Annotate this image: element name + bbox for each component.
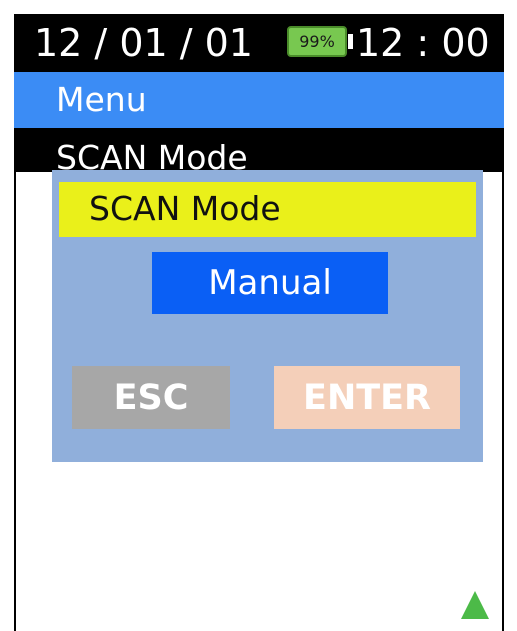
enter-button[interactable]: ENTER xyxy=(274,366,460,429)
status-time: 12 : 00 xyxy=(356,21,490,65)
scan-mode-dialog: SCAN Mode Manual ESC ENTER xyxy=(52,170,483,462)
status-bar: 12 / 01 / 01 99% 12 : 00 xyxy=(14,14,504,72)
battery-tip xyxy=(348,34,353,49)
esc-button[interactable]: ESC xyxy=(72,366,230,429)
dialog-title: SCAN Mode xyxy=(89,189,281,228)
status-date: 12 / 01 / 01 xyxy=(34,21,253,65)
battery-icon: 99% xyxy=(287,26,347,57)
battery-level: 99% xyxy=(299,32,335,51)
triangle-up-icon xyxy=(461,591,489,619)
menu-title: Menu xyxy=(56,80,147,119)
menu-bar: Menu xyxy=(14,72,504,128)
dialog-header: SCAN Mode xyxy=(59,182,476,237)
scan-mode-selector[interactable]: Manual xyxy=(152,252,388,314)
screen-title: SCAN Mode xyxy=(56,138,248,172)
screen-title-bar: SCAN Mode xyxy=(14,128,504,172)
